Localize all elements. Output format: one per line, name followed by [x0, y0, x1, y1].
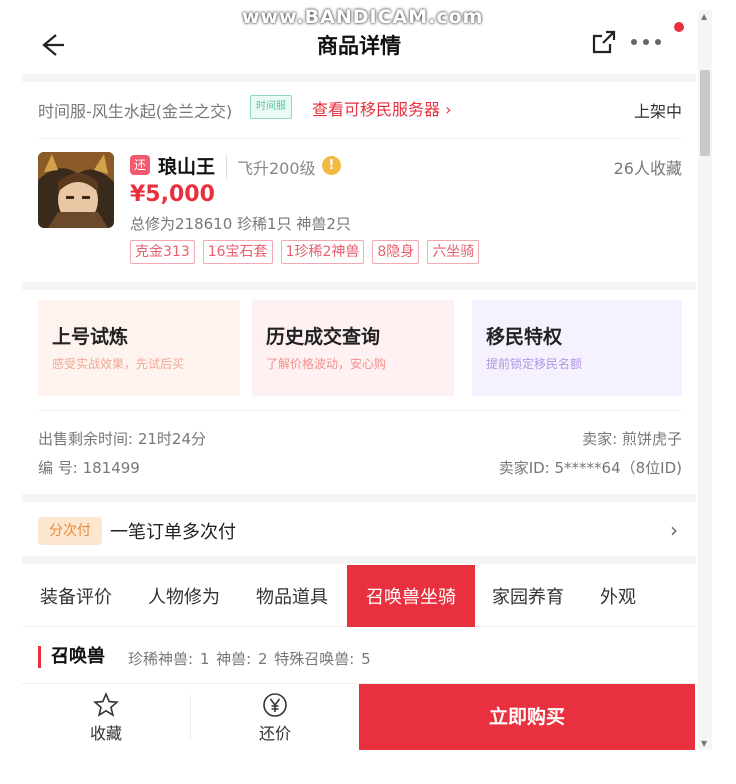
notification-dot — [674, 22, 684, 32]
tab-home[interactable]: 家园养育 — [480, 565, 576, 627]
chevron-right-icon: › — [670, 518, 678, 542]
seller-id: 卖家ID: 5*****64（8位ID) — [498, 459, 682, 477]
section-divider — [22, 494, 696, 502]
divider — [38, 410, 682, 411]
view-migration-servers-link[interactable]: 查看可移民服务器 › — [312, 96, 452, 120]
price: ¥5,000 — [130, 182, 215, 207]
price-history-card[interactable]: 历史成交查询 了解价格波动，安心购 — [252, 300, 454, 396]
section-divider — [22, 74, 696, 82]
installment-text: 一笔订单多次付 — [110, 522, 236, 543]
scrollbar-thumb[interactable] — [700, 70, 710, 156]
card-title: 上号试炼 — [52, 326, 129, 348]
character-name: 琅山王 — [158, 156, 216, 178]
character-level: 飞升200级 — [226, 155, 316, 179]
divider — [38, 138, 682, 139]
card-subtitle: 提前锁定移民名额 — [486, 357, 583, 371]
tab-summons-mounts[interactable]: 召唤兽坐骑 — [347, 565, 475, 627]
section-title: 召唤兽 — [38, 646, 105, 668]
bargain-button[interactable]: 还价 — [191, 684, 359, 750]
tab-appearance[interactable]: 外观 — [588, 565, 648, 627]
card-subtitle: 感受实战效果，先试后买 — [52, 357, 185, 371]
card-title: 历史成交查询 — [266, 326, 381, 348]
favorite-button[interactable]: 收藏 — [22, 684, 190, 750]
favorite-label: 收藏 — [89, 724, 122, 743]
feature-cards: 上号试炼 感受实战效果，先试后买 历史成交查询 了解价格波动，安心购 移民特权 … — [38, 300, 682, 396]
trial-login-card[interactable]: 上号试炼 感受实战效果，先试后买 — [38, 300, 240, 396]
attribute-tag: 六坐骑 — [427, 240, 480, 264]
server-type-tag: 时间服 — [250, 95, 292, 119]
server-name: 时间服-风生水起(金兰之交) — [38, 102, 233, 121]
warning-icon[interactable]: ! — [322, 156, 341, 175]
scroll-up-icon[interactable]: ▲ — [701, 12, 707, 21]
installment-badge: 分次付 — [38, 517, 102, 545]
scrollbar[interactable]: ▲ ▼ — [698, 10, 712, 750]
server-row: 时间服-风生水起(金兰之交) 时间服 查看可移民服务器 › 上架中 — [38, 92, 682, 124]
attribute-tags: 克金313 16宝石套 1珍稀2神兽 8隐身 六坐骑 — [130, 240, 480, 264]
attribute-tag: 16宝石套 — [202, 240, 273, 264]
card-title: 移民特权 — [486, 326, 563, 348]
character-avatar[interactable] — [38, 152, 114, 228]
summon-stats: 珍稀神兽: 1 神兽: 2 特殊召唤兽: 5 — [128, 650, 371, 668]
bottom-action-bar: 收藏 还价 立即购买 — [22, 683, 696, 750]
yen-icon — [263, 693, 287, 717]
buy-now-button[interactable]: 立即购买 — [359, 684, 695, 750]
item-number: 编 号: 181499 — [38, 459, 140, 477]
detail-tabs: 装备评价 人物修为 物品道具 召唤兽坐骑 家园养育 外观 — [22, 565, 696, 627]
scroll-down-icon[interactable]: ▼ — [701, 739, 707, 748]
return-badge: 还 — [130, 155, 150, 175]
listing-status: 上架中 — [633, 102, 682, 121]
tab-equipment[interactable]: 装备评价 — [28, 565, 124, 627]
section-divider — [22, 282, 696, 290]
seller-name: 卖家: 煎饼虎子 — [582, 430, 682, 448]
installment-payment-row[interactable]: 分次付 一笔订单多次付 › — [22, 508, 696, 554]
attribute-tag: 8隐身 — [372, 240, 420, 264]
card-subtitle: 了解价格波动，安心购 — [266, 357, 387, 371]
attribute-tag: 克金313 — [130, 240, 195, 264]
header-bar: 商品详情 — [22, 20, 696, 70]
star-icon — [93, 692, 119, 717]
bargain-label: 还价 — [258, 724, 291, 743]
favorite-count: 26人收藏 — [613, 159, 682, 178]
migration-privilege-card[interactable]: 移民特权 提前锁定移民名额 — [472, 300, 682, 396]
share-icon[interactable] — [590, 28, 618, 56]
attribute-tag: 1珍稀2神兽 — [280, 240, 365, 264]
section-divider — [22, 556, 696, 564]
tab-cultivation[interactable]: 人物修为 — [136, 565, 232, 627]
product-detail-page: www.BANDICAM.com 商品详情 时间服-风生水起(金兰之交) 时间服… — [0, 0, 736, 784]
more-icon[interactable] — [626, 32, 666, 52]
tab-items[interactable]: 物品道具 — [244, 565, 340, 627]
remaining-time: 出售剩余时间: 21时24分 — [38, 430, 206, 448]
character-stats: 总修为218610 珍稀1只 神兽2只 — [130, 215, 351, 233]
